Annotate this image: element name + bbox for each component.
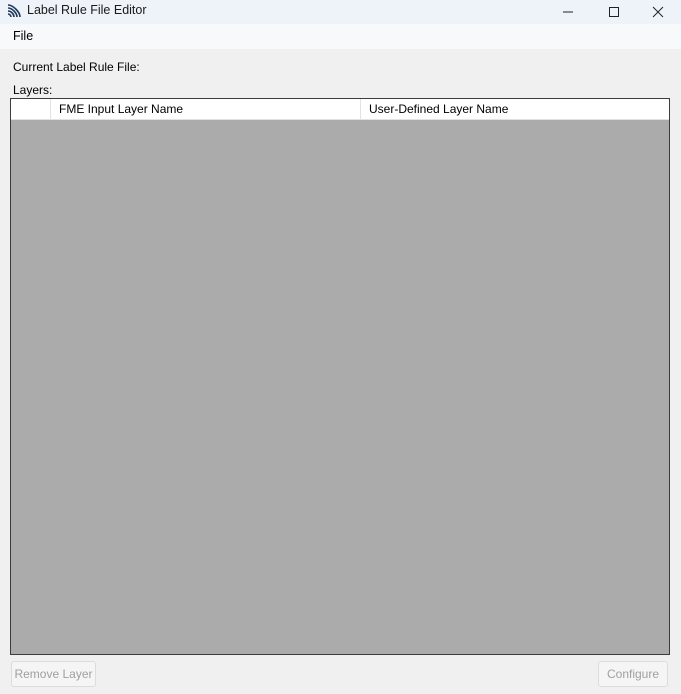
maximize-icon [609, 7, 619, 17]
maximize-button[interactable] [591, 0, 637, 24]
column-header-user-defined-layer-name[interactable]: User-Defined Layer Name [361, 99, 669, 119]
layers-table[interactable]: FME Input Layer Name User-Defined Layer … [10, 98, 670, 655]
table-header: FME Input Layer Name User-Defined Layer … [11, 99, 669, 120]
header-corner-cell[interactable] [11, 99, 51, 119]
close-button[interactable] [635, 0, 681, 24]
minimize-button[interactable] [545, 0, 591, 24]
title-bar[interactable]: Label Rule File Editor [0, 0, 681, 24]
layers-label: Layers: [13, 83, 53, 97]
menu-file[interactable]: File [7, 28, 39, 44]
remove-layer-button[interactable]: Remove Layer [11, 661, 96, 687]
table-body-empty-area[interactable] [11, 120, 669, 654]
label-rule-file-editor-window: Label Rule File Editor File Current Labe… [0, 0, 681, 694]
close-icon [652, 6, 664, 18]
configure-button[interactable]: Configure [598, 661, 668, 687]
minimize-icon [563, 11, 573, 13]
fme-logo-icon [7, 4, 21, 18]
window-title: Label Rule File Editor [27, 3, 147, 17]
column-header-fme-input-layer-name[interactable]: FME Input Layer Name [51, 99, 361, 119]
menu-bar: File [0, 24, 681, 49]
current-label-rule-file-label: Current Label Rule File: [13, 60, 140, 74]
